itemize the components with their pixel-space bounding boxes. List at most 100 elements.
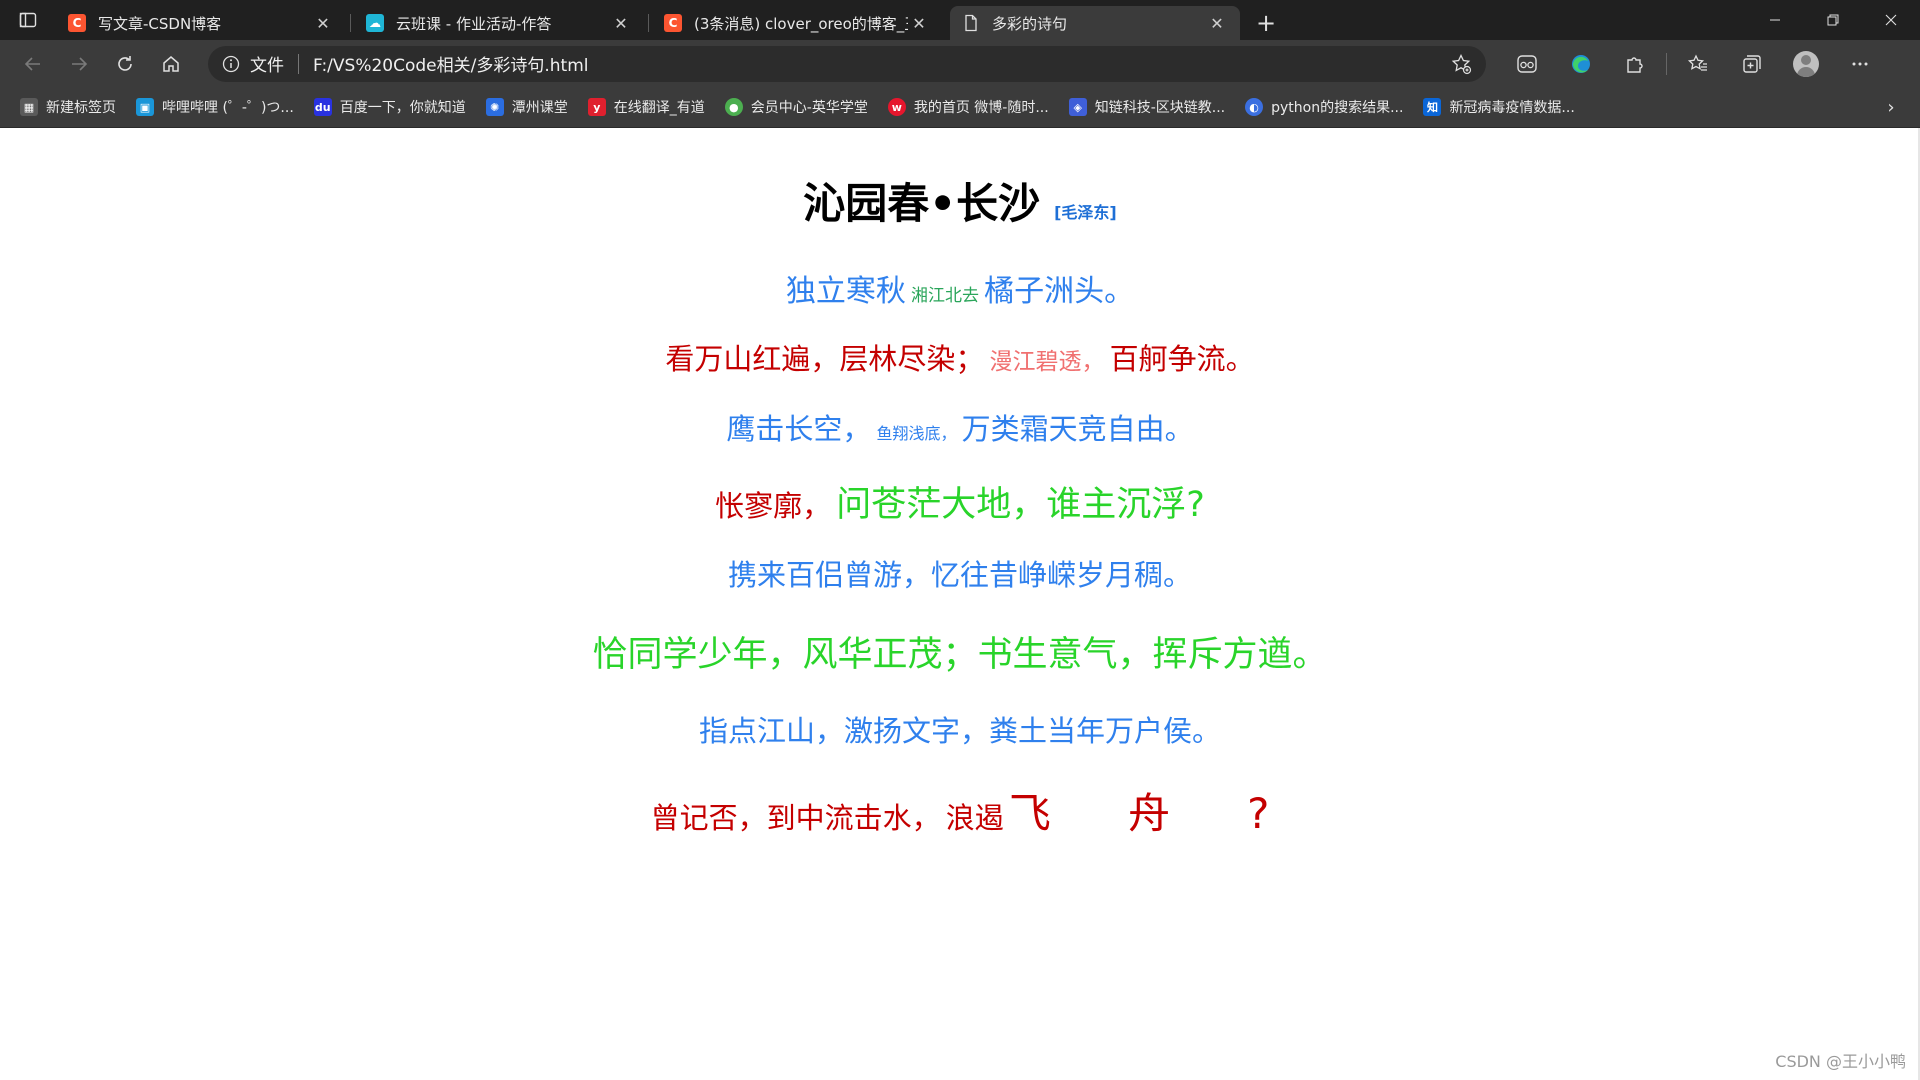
address-divider xyxy=(298,53,299,74)
minimize-button[interactable] xyxy=(1746,0,1804,40)
poem-line: 看万山红遍，层林尽染； 漫江碧透， 百舸争流。 xyxy=(0,336,1920,378)
poem-segment: 鱼翔浅底， xyxy=(876,424,957,443)
poem-line: 鹰击长空， 鱼翔浅底， 万类霜天竞自由。 xyxy=(0,406,1920,448)
baidu-icon: du xyxy=(313,98,332,116)
edge-button[interactable] xyxy=(1558,46,1604,82)
tab-title: 多彩的诗句 xyxy=(992,14,1068,33)
bookmarks-overflow-button[interactable]: › xyxy=(1876,92,1906,122)
csdn-watermark: CSDN @王小小鸭 xyxy=(1775,1052,1906,1071)
bookmark-tanzhou[interactable]: ✺ 潭州课堂 xyxy=(478,92,576,122)
tab-colorful-poem[interactable]: 多彩的诗句 ✕ xyxy=(950,6,1240,40)
settings-menu-button[interactable] xyxy=(1837,46,1883,82)
poem-segment: 浪遏 xyxy=(945,801,1004,835)
poem-heading: 沁园春•长沙 [毛泽东] xyxy=(0,170,1920,231)
tab-separator xyxy=(648,14,649,32)
tab-close-icon[interactable]: ✕ xyxy=(312,12,334,34)
bookmark-label: python的搜索结果... xyxy=(1271,100,1404,116)
zhihu-icon: 知 xyxy=(1423,98,1442,116)
collections-icon xyxy=(1743,54,1761,73)
tab-csdn-write[interactable]: C 写文章-CSDN博客 ✕ xyxy=(56,6,351,40)
extensions-button[interactable] xyxy=(1612,46,1658,82)
tab-close-icon[interactable]: ✕ xyxy=(610,12,632,34)
forward-button[interactable] xyxy=(56,46,102,82)
csdn-favicon-icon: C xyxy=(68,14,86,32)
poem-segment: 看万山红遍，层林尽染； xyxy=(665,342,985,376)
bookmark-label: 新冠病毒疫情数据... xyxy=(1449,100,1575,116)
poem-segment: ? xyxy=(1247,789,1270,838)
bookmark-baidu[interactable]: du 百度一下，你就知道 xyxy=(306,92,474,122)
home-icon xyxy=(163,55,179,72)
info-icon[interactable] xyxy=(222,55,240,73)
poem-line: 携来百侣曾游，忆往昔峥嵘岁月稠。 xyxy=(0,552,1920,594)
bookmark-python-search[interactable]: ◐ python的搜索结果... xyxy=(1237,92,1411,122)
zhilian-icon: ◈ xyxy=(1068,98,1087,116)
bookmark-zhilian[interactable]: ◈ 知链科技-区块链教... xyxy=(1061,92,1233,122)
csdn-favicon-icon: C xyxy=(664,14,682,32)
scheme-label: 文件 xyxy=(250,56,284,76)
collections-button[interactable] xyxy=(1729,46,1775,82)
poem-segment: 恰同学少年，风华正茂；书生意气，挥斥方遒。 xyxy=(592,635,1328,675)
bookmarks-bar: ▦ 新建标签页 ▣ 哔哩哔哩 (゜-゜)つ... du 百度一下，你就知道 ✺ … xyxy=(0,87,1920,128)
tab-title: 写文章-CSDN博客 xyxy=(98,14,222,33)
avatar-icon xyxy=(1793,50,1819,77)
browser-toolbar: 文件 F:/VS%20Code相关/多彩诗句.html xyxy=(0,40,1920,87)
chat-bubble-icon: ● xyxy=(724,98,743,116)
close-window-button[interactable] xyxy=(1862,0,1920,40)
poem-segment: 漫江碧透， xyxy=(989,349,1105,375)
bookmark-new-tab[interactable]: ▦ 新建标签页 xyxy=(12,92,124,122)
tanzhou-icon: ✺ xyxy=(485,98,504,116)
window-controls xyxy=(1746,0,1920,40)
bookmark-bilibili[interactable]: ▣ 哔哩哔哩 (゜-゜)つ... xyxy=(128,92,302,122)
add-favorite-icon[interactable] xyxy=(1450,53,1472,75)
tab-csdn-blog[interactable]: C (3条消息) clover_oreo的博客_王小 ✕ xyxy=(652,6,942,40)
reading-mode-button[interactable] xyxy=(1504,46,1550,82)
tab-close-icon[interactable]: ✕ xyxy=(1206,12,1228,34)
tab-yunbanke[interactable]: ☁ 云班课 - 作业活动-作答 ✕ xyxy=(354,6,649,40)
bookmark-label: 在线翻译_有道 xyxy=(613,100,705,116)
refresh-button[interactable] xyxy=(102,46,148,82)
poem-segment: 飞 xyxy=(1008,789,1051,838)
poem-segment: 橘子洲头。 xyxy=(984,274,1135,309)
more-icon xyxy=(1852,62,1868,65)
youdao-icon: y xyxy=(587,98,606,116)
poem-segment: 湘江北去 xyxy=(911,286,979,306)
plus-icon: + xyxy=(1255,9,1277,37)
arrow-right-icon xyxy=(72,56,88,71)
bookmark-weibo[interactable]: w 我的首页 微博-随时... xyxy=(880,92,1057,122)
poem-line: 指点江山，激扬文字，粪土当年万户侯。 xyxy=(0,708,1920,750)
url-text[interactable]: F:/VS%20Code相关/多彩诗句.html xyxy=(313,51,1450,76)
arrow-left-icon xyxy=(24,56,40,71)
bookmark-covid-data[interactable]: 知 新冠病毒疫情数据... xyxy=(1415,92,1582,122)
bookmark-label: 会员中心-英华学堂 xyxy=(750,100,868,116)
restore-button[interactable] xyxy=(1804,0,1862,40)
document-icon xyxy=(962,14,980,32)
tab-close-icon[interactable]: ✕ xyxy=(908,12,930,34)
poem-segment: 独立寒秋 xyxy=(785,274,906,309)
poem-segment: 舟 xyxy=(1127,789,1170,838)
weibo-icon: w xyxy=(887,98,906,116)
bilibili-icon: ▣ xyxy=(136,98,154,116)
chevron-right-icon: › xyxy=(1887,96,1895,118)
poem-author: [毛泽东] xyxy=(1054,203,1117,222)
tab-actions-button[interactable] xyxy=(0,0,56,40)
toolbar-icons xyxy=(1500,46,1887,82)
profile-button[interactable] xyxy=(1783,46,1829,82)
tab-separator xyxy=(350,14,351,32)
bookmark-label: 哔哩哔哩 (゜-゜)つ... xyxy=(162,100,294,116)
poem-segment: 曾记否，到中流击水， xyxy=(650,801,941,835)
new-tab-button[interactable]: + xyxy=(1248,6,1284,40)
poem-line: 曾记否，到中流击水， 浪遏 飞 舟 ? xyxy=(0,780,1920,841)
poem-line: 独立寒秋 湘江北去 橘子洲头。 xyxy=(0,266,1920,310)
bookmark-yinghua[interactable]: ● 会员中心-英华学堂 xyxy=(717,92,876,122)
address-bar[interactable]: 文件 F:/VS%20Code相关/多彩诗句.html xyxy=(208,45,1486,82)
cloud-favicon-icon: ☁ xyxy=(366,14,384,32)
bookmark-youdao[interactable]: y 在线翻译_有道 xyxy=(580,92,713,122)
minimize-icon xyxy=(1770,19,1780,21)
tab-strip: C 写文章-CSDN博客 ✕ ☁ 云班课 - 作业活动-作答 ✕ C (3条消息… xyxy=(0,0,1920,40)
home-button[interactable] xyxy=(148,46,194,82)
bookmark-label: 我的首页 微博-随时... xyxy=(913,100,1049,116)
poem-line: 怅寥廓， 问苍茫大地，谁主沉浮? xyxy=(0,476,1920,527)
back-button[interactable] xyxy=(10,46,56,82)
favorites-button[interactable] xyxy=(1675,46,1721,82)
edge-logo-icon xyxy=(1572,54,1590,73)
